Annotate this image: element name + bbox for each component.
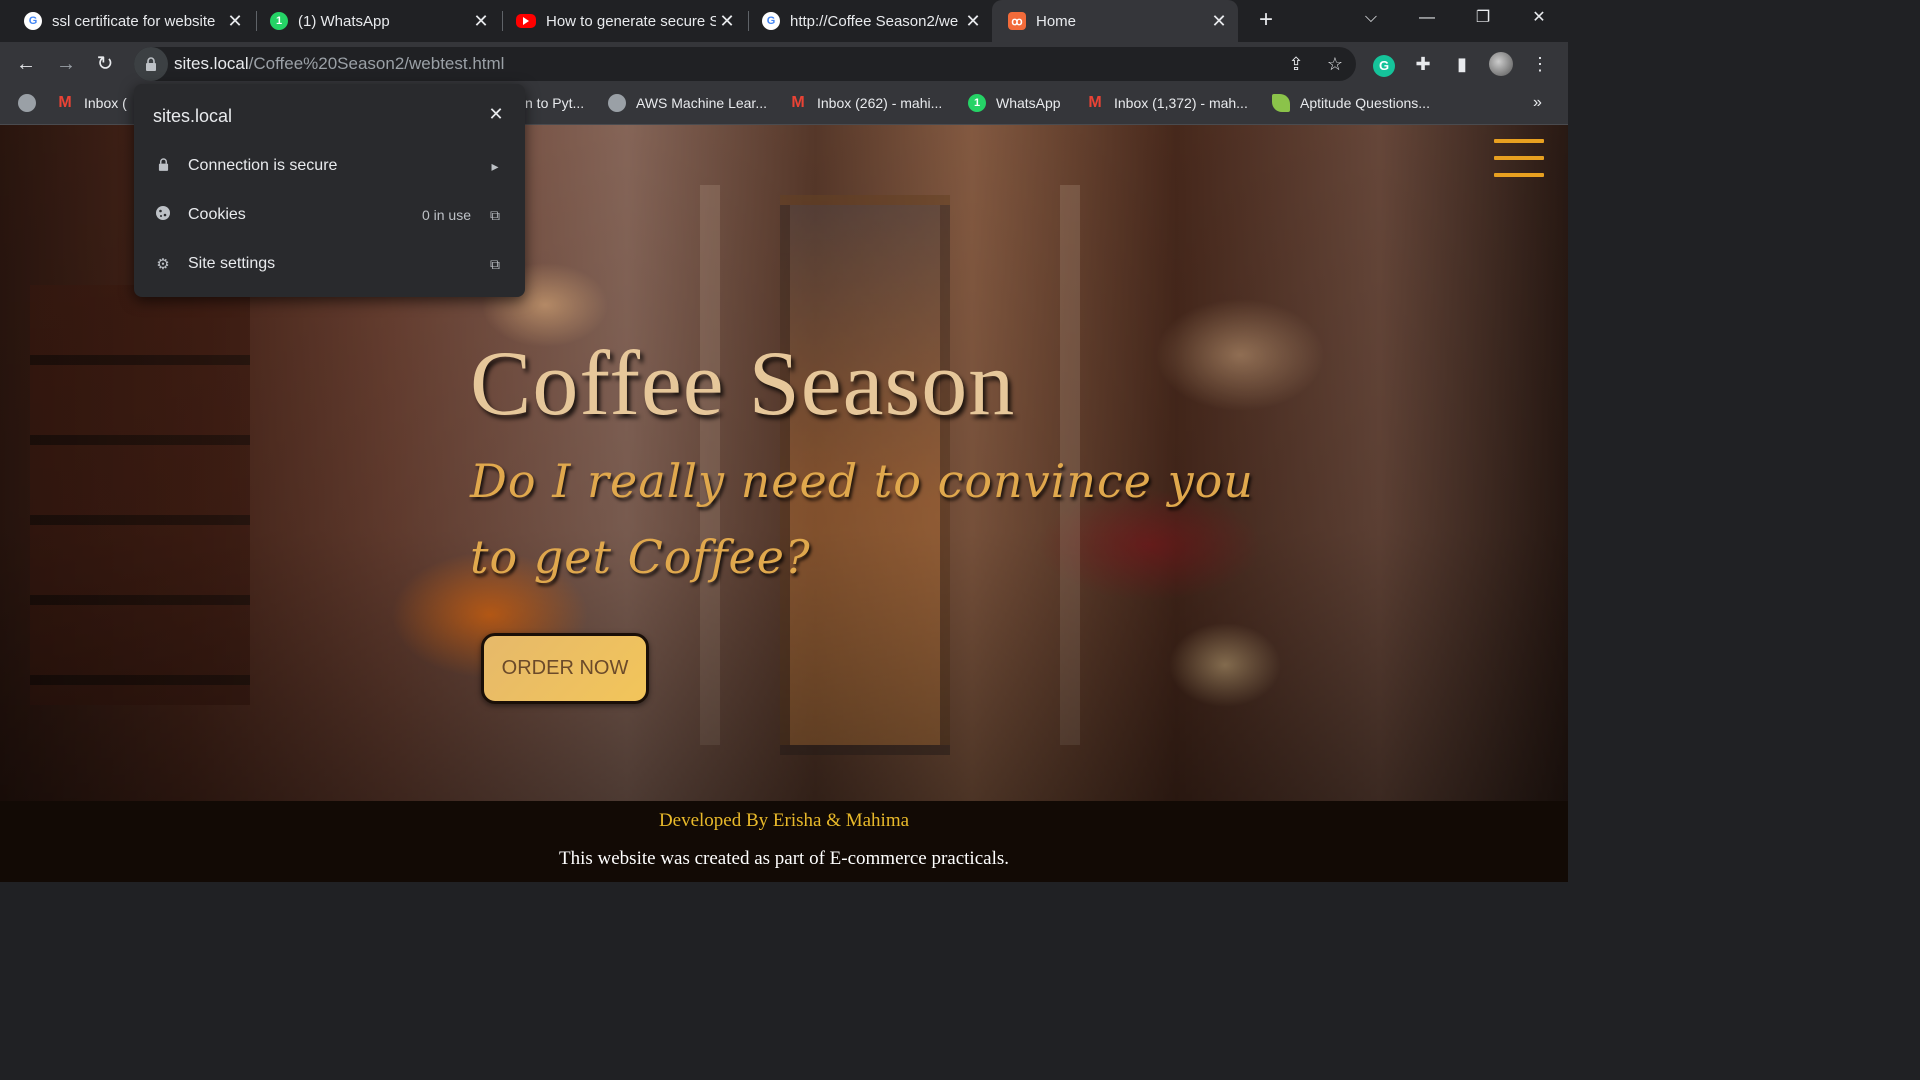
share-icon[interactable]: ⇪ [1286,54,1306,74]
google-icon: G [762,12,780,30]
bookmark-label: Aptitude Questions... [1300,95,1430,111]
tab-ssl-certificate[interactable]: G ssl certificate for website ✕ [8,0,254,42]
external-link-icon: ⧉ [490,255,500,272]
reload-button[interactable]: ↻ [91,50,119,78]
lock-icon [154,157,172,175]
more-bookmarks-icon[interactable]: » [1533,86,1542,120]
bookmark-python[interactable]: n to Pyt... [525,86,584,120]
tab-title: (1) WhatsApp [298,12,390,30]
tab-title: How to generate secure S [546,12,716,30]
tab-home[interactable]: ꝏ Home ✕ [992,0,1238,42]
forward-button[interactable]: → [52,50,80,78]
url-text[interactable]: sites.local/Coffee%20Season2/webtest.htm… [174,54,504,74]
cookies-row[interactable]: Cookies 0 in use ⧉ [134,193,525,237]
tab-coffee-season[interactable]: G http://Coffee Season2/we ✕ [746,0,992,42]
side-panel-icon[interactable]: ▮ [1450,52,1474,76]
footer-note: This website was created as part of E-co… [559,848,1009,869]
page-footer: Developed By Erisha & Mahima This websit… [0,801,1568,882]
leaf-icon [1272,94,1290,112]
extensions-icon[interactable]: ✚ [1411,52,1435,76]
row-label: Connection is secure [188,157,338,174]
close-icon[interactable]: ✕ [486,104,506,124]
close-icon[interactable]: ✕ [716,11,738,32]
row-label: Cookies [188,206,246,223]
bookmark-aws[interactable]: AWS Machine Lear... [608,86,767,120]
restore-button[interactable]: ❐ [1458,0,1508,36]
new-tab-button[interactable]: + [1252,6,1280,34]
globe-icon [18,94,36,112]
close-icon[interactable]: ✕ [224,11,246,32]
close-window-button[interactable]: ✕ [1514,0,1564,36]
order-now-button[interactable]: ORDER NOW [481,633,649,704]
close-icon[interactable]: ✕ [470,11,492,32]
tab-whatsapp[interactable]: 1 (1) WhatsApp ✕ [254,0,500,42]
gmail-icon: M [1088,94,1102,111]
tab-title: http://Coffee Season2/we [790,12,959,30]
browser-toolbar: ← → ↻ sites.local/Coffee%20Season2/webte… [0,42,1568,86]
background-shelf [30,285,250,705]
site-settings-row[interactable]: ⚙ Site settings ⧉ [134,242,525,286]
menu-icon[interactable]: ⋮ [1528,52,1552,76]
profile-avatar[interactable] [1489,52,1513,76]
address-bar[interactable]: sites.local/Coffee%20Season2/webtest.htm… [134,47,1356,81]
footer-developers: Developed By Erisha & Mahima [658,810,910,831]
whatsapp-icon: 1 [270,12,288,30]
bookmark-apps[interactable] [18,86,46,120]
tab-strip: G ssl certificate for website ✕ 1 (1) Wh… [0,0,1568,42]
bookmark-whatsapp[interactable]: 1 WhatsApp [968,86,1061,120]
minimize-button[interactable]: — [1402,0,1452,36]
external-link-icon: ⧉ [490,206,500,223]
chevron-right-icon: ▸ [491,157,499,174]
cookies-count: 0 in use [421,207,471,223]
site-tagline: Do I really need to convince you to get … [470,454,1254,584]
connection-secure-row[interactable]: Connection is secure ▸ [134,144,525,188]
bookmark-label: Inbox (262) - mahi... [817,95,943,111]
bookmark-label: AWS Machine Lear... [636,95,767,111]
lock-icon [146,57,156,71]
gmail-icon: M [58,94,72,111]
back-button[interactable]: ← [12,50,40,78]
url-host: sites.local [174,54,249,73]
tab-youtube[interactable]: How to generate secure S ✕ [500,0,746,42]
row-label: Site settings [188,255,276,272]
gmail-icon: M [791,94,805,111]
url-path: /Coffee%20Season2/webtest.html [248,54,505,73]
bookmark-label: n to Pyt... [525,95,585,111]
globe-icon [608,94,626,112]
site-info-popup: sites.local ✕ Connection is secure ▸ Coo… [134,84,525,297]
bookmark-star-icon[interactable]: ☆ [1325,54,1345,74]
cookie-icon [154,205,172,225]
bookmark-label: Inbox ( [84,95,127,111]
hamburger-menu-icon[interactable] [1494,139,1544,183]
site-title: Coffee Season [470,332,1016,434]
grammarly-icon[interactable]: G [1372,52,1396,77]
youtube-icon [516,14,536,28]
popup-host: sites.local [153,106,233,126]
whatsapp-icon: 1 [968,94,986,112]
close-icon[interactable]: ✕ [1208,11,1230,32]
bookmark-label: WhatsApp [996,95,1061,111]
bookmark-inbox[interactable]: M Inbox ( [56,86,127,120]
home-site-icon: ꝏ [1008,12,1026,30]
google-icon: G [24,12,42,30]
bookmark-label: Inbox (1,372) - mah... [1114,95,1248,111]
bookmark-aptitude[interactable]: Aptitude Questions... [1272,86,1430,120]
close-icon[interactable]: ✕ [962,11,984,32]
gear-icon: ⚙ [156,256,170,273]
bookmark-inbox-262[interactable]: M Inbox (262) - mahi... [789,86,942,120]
tab-search-button[interactable]: ⌵ [1346,0,1396,36]
tab-title: Home [1036,12,1077,30]
tab-title: ssl certificate for website [52,12,216,30]
site-info-button[interactable] [134,47,168,81]
bookmark-inbox-1372[interactable]: M Inbox (1,372) - mah... [1086,86,1248,120]
